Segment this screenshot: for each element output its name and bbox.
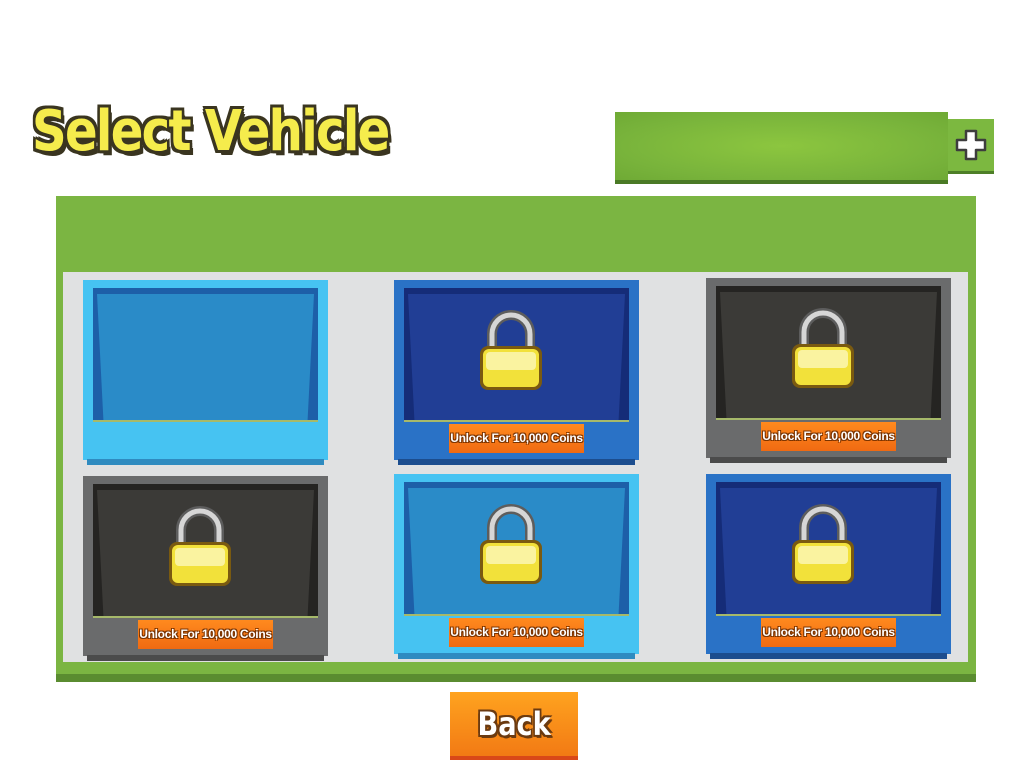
page-title: Select Vehicle	[32, 99, 390, 164]
vehicle-card-6[interactable]: Unlock For 10,000 Coins	[706, 474, 951, 659]
back-button[interactable]: Back	[450, 692, 578, 756]
unlock-button[interactable]: Unlock For 10,000 Coins	[761, 422, 896, 451]
vehicle-card-3[interactable]: Unlock For 10,000 Coins	[706, 278, 951, 463]
unlock-button[interactable]: Unlock For 10,000 Coins	[449, 424, 584, 453]
coin-balance-bar	[615, 112, 948, 180]
vehicle-card-4[interactable]: Unlock For 10,000 Coins	[83, 476, 328, 661]
vehicle-preview	[93, 288, 318, 422]
vehicle-card-1[interactable]	[83, 280, 328, 465]
lock-icon	[480, 504, 542, 584]
lock-icon	[792, 308, 854, 388]
back-button-label: Back	[477, 705, 551, 743]
vehicle-panel: Unlock For 10,000 Coins Unlock For 10,00…	[56, 196, 976, 674]
lock-icon	[480, 310, 542, 390]
plus-icon	[955, 129, 987, 161]
unlock-button[interactable]: Unlock For 10,000 Coins	[761, 618, 896, 647]
unlock-button[interactable]: Unlock For 10,000 Coins	[138, 620, 273, 649]
add-coins-button[interactable]	[948, 119, 994, 171]
vehicle-grid: Unlock For 10,000 Coins Unlock For 10,00…	[63, 272, 968, 662]
vehicle-card-5[interactable]: Unlock For 10,000 Coins	[394, 474, 639, 659]
lock-icon	[169, 506, 231, 586]
vehicle-card-2[interactable]: Unlock For 10,000 Coins	[394, 280, 639, 465]
lock-icon	[792, 504, 854, 584]
unlock-button[interactable]: Unlock For 10,000 Coins	[449, 618, 584, 647]
